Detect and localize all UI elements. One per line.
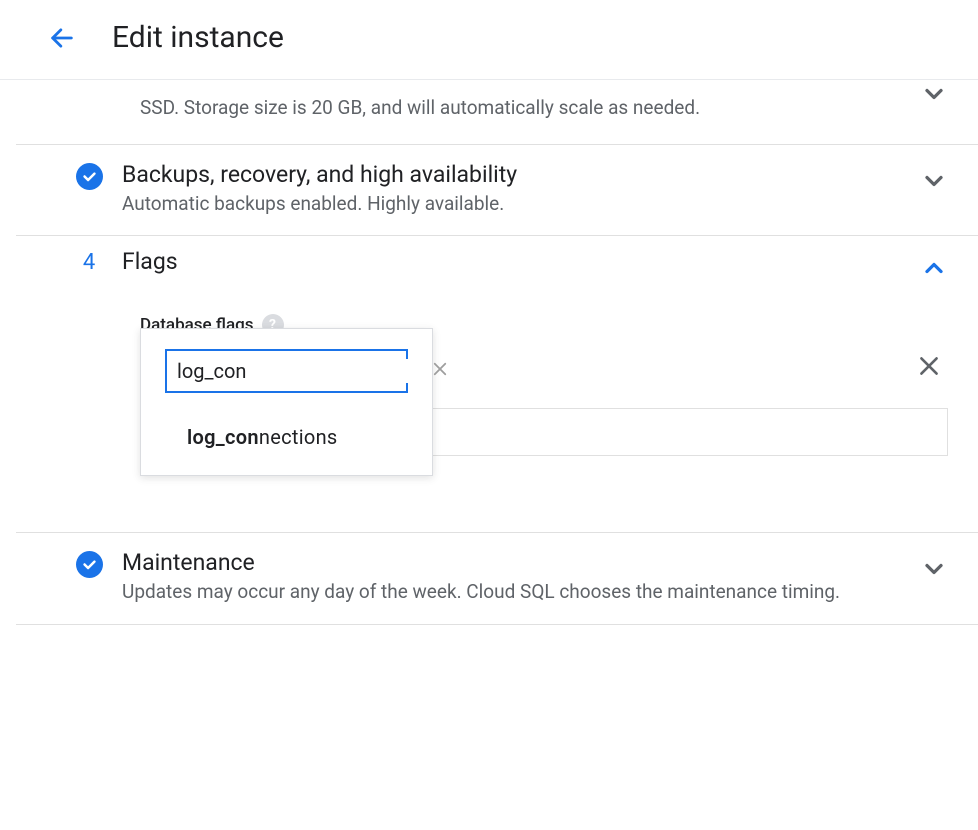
section-storage: SSD. Storage size is 20 GB, and will aut…: [16, 80, 978, 145]
clear-search-icon[interactable]: [431, 360, 449, 383]
maintenance-title: Maintenance: [122, 549, 902, 576]
section-flags: 4 Flags Database flags ? Choose one: [16, 236, 978, 533]
chevron-down-icon[interactable]: [920, 549, 948, 587]
flags-title: Flags: [122, 248, 902, 275]
page-header: Edit instance: [0, 0, 978, 79]
section-maintenance[interactable]: Maintenance Updates may occur any day of…: [16, 533, 978, 625]
page-title: Edit instance: [112, 20, 284, 55]
content-area: SSD. Storage size is 20 GB, and will aut…: [0, 80, 978, 625]
backups-subtitle: Automatic backups enabled. Highly availa…: [122, 190, 902, 218]
chevron-down-icon[interactable]: [920, 161, 948, 199]
check-circle-icon: [76, 163, 103, 190]
flag-search-input[interactable]: [177, 359, 431, 383]
flag-option-log-connections[interactable]: log_connections: [165, 419, 408, 455]
flag-search-wrap: [165, 349, 408, 393]
back-arrow-icon[interactable]: [48, 24, 76, 52]
storage-description: SSD. Storage size is 20 GB, and will aut…: [140, 96, 700, 119]
check-circle-icon: [76, 551, 103, 578]
section-backups[interactable]: Backups, recovery, and high availability…: [16, 145, 978, 237]
maintenance-subtitle: Updates may occur any day of the week. C…: [122, 578, 902, 606]
chevron-up-icon[interactable]: [920, 248, 948, 286]
remove-flag-button[interactable]: [916, 353, 942, 383]
chevron-down-icon[interactable]: [920, 80, 948, 116]
step-number: 4: [83, 250, 95, 275]
backups-title: Backups, recovery, and high availability: [122, 161, 902, 188]
flag-dropdown-panel: log_connections: [140, 328, 433, 476]
